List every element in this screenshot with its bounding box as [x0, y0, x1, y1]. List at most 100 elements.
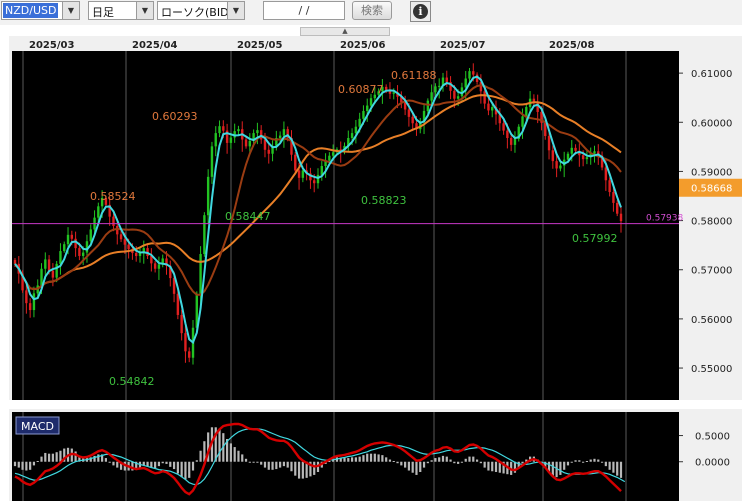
macd-histogram-bar: [415, 461, 418, 475]
macd-histogram-bar: [616, 461, 619, 476]
y-axis-label: 0.61000: [691, 69, 732, 80]
candle-body: [222, 126, 225, 131]
macd-histogram-bar: [521, 461, 524, 464]
candle-body: [585, 157, 589, 160]
candle-body: [521, 116, 524, 127]
candle-body: [127, 244, 130, 250]
candle-body: [472, 71, 475, 75]
chevron-down-icon[interactable]: ▼: [62, 2, 79, 19]
macd-histogram-bar: [491, 461, 494, 472]
candle-body: [188, 351, 191, 358]
candle-body: [506, 130, 509, 139]
macd-histogram-bar: [434, 458, 437, 462]
candle-body: [180, 314, 183, 334]
candle-body: [112, 216, 115, 226]
candle-body: [468, 71, 471, 79]
candle-body: [407, 109, 411, 117]
candle-body: [119, 234, 123, 240]
candle-body: [51, 270, 55, 278]
candle-body: [206, 176, 210, 216]
y-axis-label: 0.55000: [691, 364, 732, 375]
candle-body: [544, 122, 547, 137]
macd-histogram-bar: [479, 461, 482, 464]
macd-histogram-bar: [191, 461, 195, 471]
candle-body: [316, 174, 320, 184]
candle-body: [135, 253, 138, 256]
date-input[interactable]: / /: [263, 1, 345, 20]
candle-body: [237, 129, 240, 132]
price-chart[interactable]: 2025/03 2025/04 2025/05 2025/06 2025/07 2025/…: [9, 36, 742, 400]
macd-histogram-bar: [282, 461, 286, 467]
y-axis-label: 0.56000: [691, 315, 732, 326]
x-axis-label: 2025/07: [440, 40, 485, 51]
info-button[interactable]: i: [410, 1, 431, 22]
candle-body: [619, 213, 623, 222]
macd-histogram-bar: [600, 461, 604, 463]
x-axis-label: 2025/03: [29, 40, 74, 51]
chevron-down-icon[interactable]: ▼: [227, 2, 244, 19]
candle-body: [608, 180, 611, 193]
candle-body: [313, 180, 316, 184]
candle-body: [47, 259, 51, 271]
macd-histogram-bar: [233, 447, 236, 462]
macd-histogram-bar: [271, 461, 274, 470]
candle-body: [184, 333, 187, 352]
macd-histogram-bar: [566, 461, 570, 466]
macd-histogram-bar: [241, 454, 244, 462]
candle-body: [574, 147, 577, 151]
macd-histogram-bar: [422, 461, 426, 468]
macd-histogram-bar: [475, 459, 479, 462]
macd-histogram-bar: [449, 459, 452, 462]
macd-histogram-bar: [157, 461, 161, 467]
macd-histogram-bar: [116, 461, 119, 468]
candle-body: [581, 155, 585, 160]
macd-histogram-bar: [180, 461, 183, 478]
candle-body: [612, 192, 615, 203]
macd-histogram-bar: [366, 453, 369, 462]
macd-chart[interactable]: 0.5000 0.0000 MACD: [9, 409, 742, 501]
candle-body: [13, 259, 17, 264]
panel-resize-handle[interactable]: ▲: [300, 27, 390, 36]
chevron-down-icon[interactable]: ▼: [136, 2, 153, 19]
macd-histogram-bar: [218, 429, 221, 462]
macd-histogram-bar: [195, 460, 198, 462]
macd-histogram-bar: [411, 461, 414, 473]
candle-body: [456, 96, 460, 99]
macd-histogram-bar: [354, 457, 357, 462]
timeframe-select[interactable]: 日足 ▼: [88, 1, 154, 20]
candle-body: [199, 254, 202, 294]
macd-histogram-bar: [445, 456, 448, 462]
candle-body: [301, 170, 305, 178]
macd-histogram-bar: [260, 461, 263, 465]
macd-histogram-bar: [290, 461, 293, 472]
current-price-label: 0.58668: [691, 184, 732, 195]
currency-pair-select[interactable]: NZD/USD ▼: [1, 1, 80, 20]
macd-histogram-bar: [36, 461, 39, 463]
macd-histogram-bar: [154, 461, 157, 469]
macd-histogram-bar: [589, 459, 592, 462]
macd-histogram-bar: [146, 461, 149, 467]
macd-histogram-bar: [570, 461, 573, 463]
candle-body: [248, 140, 252, 147]
macd-label: MACD: [21, 420, 54, 433]
macd-histogram-bar: [407, 461, 410, 471]
price-annotation: 0.58524: [90, 190, 136, 203]
y-axis-label: 0.60000: [691, 118, 732, 129]
macd-y-axis-label: 0.5000: [695, 432, 730, 443]
macd-histogram-bar: [373, 453, 376, 462]
y-axis-label: 0.57000: [691, 266, 732, 277]
candle-body: [81, 252, 85, 256]
macd-histogram-bar: [294, 461, 297, 476]
candle-body: [157, 264, 161, 269]
candle-body: [116, 225, 119, 235]
macd-histogram-bar: [237, 450, 240, 462]
candle-body: [97, 206, 100, 218]
chart-type-select[interactable]: ローソク(BID) ▼: [157, 1, 245, 20]
macd-histogram-bar: [487, 461, 490, 471]
timeframe-value: 日足: [92, 6, 114, 19]
candle-body: [434, 86, 437, 93]
search-button[interactable]: 検索: [352, 1, 392, 20]
macd-histogram-bar: [468, 456, 471, 462]
macd-histogram-bar: [582, 461, 585, 463]
candle-body: [426, 100, 430, 111]
